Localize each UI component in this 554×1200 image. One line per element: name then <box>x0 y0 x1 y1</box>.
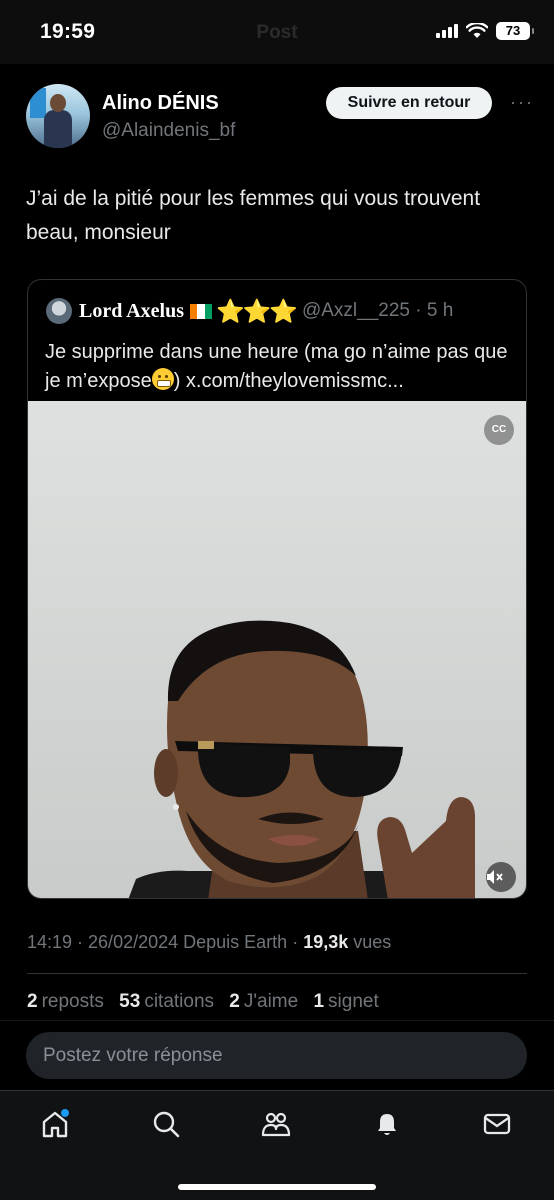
reposts-label: reposts <box>41 991 104 1012</box>
quotes-stat[interactable]: 53 citations <box>119 991 214 1012</box>
quotes-label: citations <box>144 991 215 1012</box>
battery-icon: 73 <box>496 22 534 40</box>
quoted-tweet-card[interactable]: Lord Axelus ⭐⭐⭐ @Axzl__225 · 5 h Je supp… <box>27 279 527 899</box>
follow-back-button[interactable]: Suivre en retour <box>326 87 492 119</box>
author-avatar[interactable] <box>26 84 90 148</box>
likes-label: J'aime <box>243 991 299 1012</box>
communities-icon[interactable] <box>261 1109 297 1145</box>
tweet-text: J’ai de la pitié pour les femmes qui vou… <box>26 187 481 244</box>
likes-count: 2 <box>229 991 240 1012</box>
tweet-meta: 14:19 · 26/02/2024 Depuis Earth · 19,3k … <box>27 932 391 953</box>
home-indicator <box>178 1184 376 1190</box>
speaker-mute-icon[interactable] <box>486 862 516 892</box>
author-handle[interactable]: @Alaindenis_bf <box>102 120 235 142</box>
messages-icon[interactable] <box>482 1109 518 1145</box>
tweet-stats: 2 reposts 53 citations 2 J'aime 1 signet <box>27 991 389 1013</box>
status-icons: 73 <box>436 22 534 40</box>
views-label: vues <box>348 932 392 952</box>
quoted-author-name: Lord Axelus <box>79 299 185 322</box>
cellular-signal-icon <box>436 24 458 38</box>
reply-bar <box>0 1020 554 1088</box>
status-bar: 19:59 Post 73 <box>0 0 554 64</box>
bookmarks-label: signet <box>328 991 379 1012</box>
tweet-author-row: Alino DÉNIS @Alaindenis_bf Suivre en ret… <box>26 84 534 150</box>
bookmarks-count: 1 <box>313 991 325 1012</box>
quoted-text-part-2: ) x.com/theylovemissmc... <box>173 370 404 392</box>
bookmarks-stat[interactable]: 1 signet <box>313 991 378 1012</box>
wifi-icon <box>466 23 488 38</box>
grimacing-emoji-icon <box>151 368 174 390</box>
reply-input[interactable] <box>26 1032 527 1079</box>
notifications-icon[interactable] <box>372 1109 408 1145</box>
quoted-author-avatar <box>46 298 72 324</box>
captions-button[interactable]: CC <box>484 415 514 445</box>
ivory-coast-flag-icon <box>190 303 213 319</box>
quoted-tweet-text: Je supprime dans une heure (ma go n’aime… <box>45 338 512 396</box>
quoted-video[interactable]: CC <box>28 401 526 898</box>
tweet-timestamp: 14:19 · 26/02/2024 <box>27 932 179 952</box>
reposts-stat[interactable]: 2 reposts <box>27 991 104 1012</box>
likes-stat[interactable]: 2 J'aime <box>229 991 298 1012</box>
quoted-author-handle-time: @Axzl__225 · 5 h <box>301 300 454 321</box>
bottom-tab-bar <box>0 1090 554 1200</box>
video-frame-person <box>128 620 475 898</box>
more-options-icon[interactable]: ··· <box>510 92 534 113</box>
author-name[interactable]: Alino DÉNIS <box>102 92 219 115</box>
quotes-count: 53 <box>119 991 141 1012</box>
search-icon[interactable] <box>151 1109 187 1145</box>
divider <box>27 973 527 974</box>
views-count: 19,3k <box>303 932 349 952</box>
stars-icon: ⭐⭐⭐ <box>216 297 298 324</box>
home-icon[interactable] <box>40 1109 76 1145</box>
quoted-tweet-header: Lord Axelus ⭐⭐⭐ @Axzl__225 · 5 h <box>46 298 514 324</box>
tweet-source: Depuis Earth · <box>178 932 304 952</box>
reposts-count: 2 <box>27 991 38 1012</box>
